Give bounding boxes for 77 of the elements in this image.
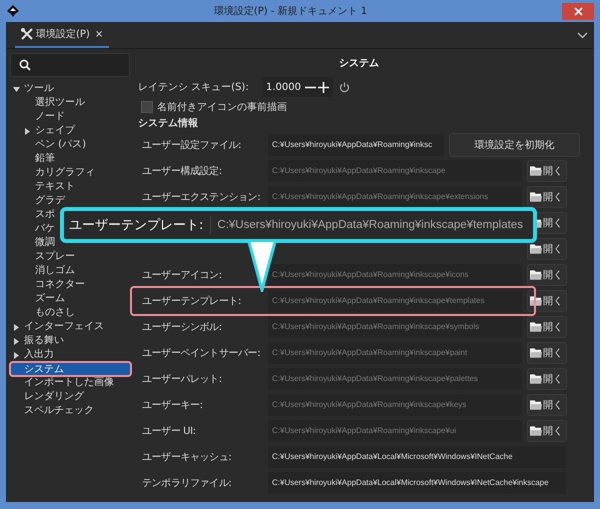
- tree-item[interactable]: スペルチェック: [24, 405, 94, 417]
- tools-icon: [21, 28, 33, 40]
- window-title: 環境設定(P) - 新規ドキュメント 1: [212, 4, 368, 18]
- tree-item[interactable]: レンダリング: [24, 391, 84, 403]
- field-label: ユーザーテンプレート:: [142, 294, 242, 308]
- folder-icon: [530, 374, 542, 384]
- field-label: ユーザーペイントサーバー:: [142, 347, 262, 360]
- tree-item[interactable]: グラデ: [35, 195, 65, 207]
- tab-label: 環境設定(P): [36, 28, 90, 41]
- folder-icon: [530, 192, 542, 202]
- tree-item[interactable]: 微調: [35, 237, 55, 249]
- field-label: ユーザーキー:: [142, 399, 204, 412]
- field-label: ユーザーパレット:: [142, 373, 223, 386]
- tree-item[interactable]: システム: [10, 362, 130, 376]
- tree-item[interactable]: ツール: [24, 83, 54, 95]
- tree-item[interactable]: スプレー: [35, 251, 75, 263]
- tree-item[interactable]: コネクター: [35, 279, 85, 291]
- tree-item[interactable]: インターフェイス: [24, 321, 104, 333]
- latency-spinbox[interactable]: 1.0000: [262, 77, 333, 97]
- section-heading: システム情報: [138, 116, 199, 131]
- field-label: ユーザー設定ファイル:: [142, 138, 242, 152]
- checkbox-label: 名前付きアイコンの事前描画: [157, 100, 287, 114]
- search-icon: [19, 59, 31, 71]
- tree-item[interactable]: 消しゴム: [35, 265, 75, 277]
- tab-close-button[interactable]: ×: [94, 28, 104, 40]
- field-label: ユーザー UI:: [142, 425, 197, 438]
- tree-item[interactable]: スポ: [35, 209, 55, 221]
- field-label: ユーザーシンボル:: [142, 321, 223, 334]
- plus-icon[interactable]: [318, 82, 329, 92]
- folder-icon: [530, 322, 542, 332]
- folder-icon: [530, 244, 542, 254]
- tree-item[interactable]: 鉛筆: [35, 153, 55, 165]
- collapsed-arrow-icon[interactable]: [13, 352, 20, 358]
- tree-item[interactable]: ペン (パス): [35, 139, 86, 151]
- folder-icon: [530, 296, 542, 306]
- path-field[interactable]: C:¥Users¥hiroyuki¥AppData¥Local¥Microsoft¥Windows¥INetCache: [268, 446, 566, 468]
- tab[interactable]: 環境設定(P) ×: [15, 22, 110, 48]
- close-button[interactable]: [562, 2, 594, 20]
- open-button[interactable]: 開く: [527, 238, 567, 260]
- reset-preferences-button[interactable]: 環境設定を初期化: [449, 133, 580, 157]
- tree-item[interactable]: ノード: [35, 111, 65, 123]
- latency-label: レイテンシ スキュー(S):: [138, 81, 250, 94]
- tree-item[interactable]: カリグラフィ: [35, 167, 95, 179]
- field-label: テンポラリファイル:: [142, 477, 232, 490]
- tooltip-path: C:¥Users¥hiroyuki¥AppData¥Roaming¥inkscape¥templates: [216, 219, 523, 231]
- field-label: ユーザーキャッシュ:: [142, 451, 232, 464]
- field-label: ユーザー構成設定:: [142, 164, 223, 178]
- tree-item[interactable]: 選択ツール: [35, 97, 85, 109]
- tree-item[interactable]: シェイプ: [35, 125, 75, 137]
- collapsed-arrow-icon[interactable]: [13, 324, 20, 330]
- collapsed-arrow-icon[interactable]: [13, 338, 20, 344]
- folder-icon: [530, 270, 542, 280]
- path-field[interactable]: C:¥Users¥hiroyuki¥AppData¥Local¥Microsoft¥Windows¥INetCache¥inkscape: [268, 472, 566, 494]
- tree-item[interactable]: インポートした画像: [24, 377, 114, 389]
- field-label: ユーザーエクステンション:: [142, 191, 262, 204]
- field-label: ユーザーアイコン:: [142, 269, 223, 282]
- expanded-arrow-icon[interactable]: [13, 86, 20, 92]
- tree-item[interactable]: ズーム: [35, 293, 65, 305]
- tree-item[interactable]: 入出力: [24, 349, 54, 361]
- folder-icon: [530, 166, 542, 176]
- close-icon: [574, 6, 582, 16]
- search-field[interactable]: [10, 53, 130, 77]
- path-field[interactable]: C:¥Users¥hiroyuki¥AppData¥Roaming¥inksc: [268, 134, 444, 156]
- reset-power-icon[interactable]: [339, 82, 350, 92]
- chevron-down-icon[interactable]: [577, 32, 588, 38]
- folder-icon: [530, 348, 542, 358]
- tooltip-label: ユーザーテンプレート:: [64, 216, 212, 234]
- folder-icon: [530, 400, 542, 410]
- tree-item[interactable]: ものさし: [35, 307, 75, 319]
- app-logo-icon: [7, 5, 19, 17]
- folder-icon: [530, 426, 542, 436]
- panel-title: システム: [338, 57, 380, 71]
- tree-item[interactable]: 振る舞い: [24, 335, 64, 347]
- tree-item[interactable]: テキスト: [35, 181, 75, 193]
- checkbox[interactable]: [141, 101, 153, 113]
- collapsed-arrow-icon[interactable]: [24, 128, 31, 134]
- tree-item[interactable]: バケ: [35, 223, 55, 235]
